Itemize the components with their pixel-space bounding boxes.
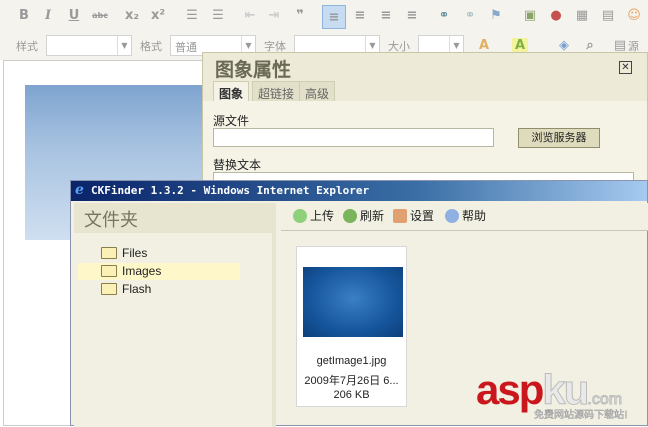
alt-label: 替换文本: [213, 158, 262, 172]
align-right-icon[interactable]: ≡: [378, 8, 394, 24]
style-label: 样式: [16, 40, 38, 53]
close-icon[interactable]: ✕: [619, 61, 632, 74]
file-size: 206 KB: [333, 389, 370, 401]
watermark-tagline: 免费网站源码下载站!: [534, 410, 629, 422]
refresh-label: 刷新: [360, 209, 385, 223]
watermark-logo: aspku.com 免费网站源码下载站!: [476, 366, 648, 426]
thumbnail-image: [303, 267, 403, 337]
folder-label: Files: [122, 246, 148, 260]
help-button[interactable]: 帮助: [445, 208, 486, 224]
format-label: 格式: [140, 40, 162, 53]
strikethrough-icon[interactable]: abc: [92, 8, 108, 24]
image-icon[interactable]: ▣: [522, 8, 538, 24]
blockquote-icon[interactable]: ❞: [292, 8, 308, 24]
help-icon: [445, 209, 459, 223]
help-label: 帮助: [462, 209, 487, 223]
indent-icon[interactable]: ⇥: [266, 8, 282, 24]
files-toolbar: 上传 刷新 设置 帮助: [281, 203, 648, 231]
bold-icon[interactable]: B: [16, 8, 32, 24]
justify-icon[interactable]: ≡: [404, 8, 420, 24]
folder-files[interactable]: Files: [98, 245, 260, 262]
folder-label: Flash: [122, 282, 152, 296]
settings-button[interactable]: 设置: [393, 208, 434, 224]
folder-icon: [101, 283, 117, 295]
src-label: 源文件: [213, 114, 250, 128]
underline-icon[interactable]: U: [66, 8, 82, 24]
file-date: 2009年7月26日 6...: [304, 375, 399, 387]
tab-link[interactable]: 超链接: [252, 81, 301, 102]
smiley-icon[interactable]: ☺: [626, 8, 642, 24]
file-name: getImage1.jpg: [316, 355, 387, 367]
italic-icon[interactable]: I: [40, 8, 56, 24]
outdent-icon[interactable]: ⇤: [242, 8, 258, 24]
folders-header: 文件夹: [74, 203, 272, 233]
editor-toolbar-row1: B I U abc x₂ x² ☰ ☰ ⇤ ⇥ ❞ ≡ ≡ ≡ ≡ ⚭ ⚭ ⚑ …: [0, 0, 648, 32]
wrench-icon: [393, 209, 407, 223]
window-titlebar: e CKFinder 1.3.2 - Windows Internet Explo…: [71, 181, 647, 201]
superscript-icon[interactable]: x²: [150, 8, 166, 24]
table-icon[interactable]: ▦: [574, 8, 590, 24]
src-input[interactable]: [213, 128, 494, 147]
window-title: CKFinder 1.3.2 - Windows Internet Explor…: [91, 184, 370, 197]
anchor-icon[interactable]: ⚑: [488, 8, 504, 24]
folder-images[interactable]: Images: [78, 263, 240, 280]
image-properties-dialog: 图象属性 ✕ 图象 超链接 高级 源文件 浏览服务器 替换文本: [202, 52, 648, 193]
ie-logo-icon: e: [75, 182, 84, 198]
horizontal-rule-icon[interactable]: ▤: [600, 8, 616, 24]
upload-label: 上传: [310, 209, 335, 223]
style-combo[interactable]: ▼: [46, 35, 132, 56]
refresh-button[interactable]: 刷新: [343, 208, 384, 224]
align-left-icon[interactable]: ≡: [322, 5, 346, 29]
link-icon[interactable]: ⚭: [436, 8, 452, 24]
refresh-icon: [343, 209, 357, 223]
unlink-icon[interactable]: ⚭: [462, 8, 478, 24]
chevron-down-icon: ▼: [117, 36, 131, 55]
numbered-list-icon[interactable]: ☰: [184, 8, 200, 24]
bulleted-list-icon[interactable]: ☰: [210, 8, 226, 24]
tab-image[interactable]: 图象: [213, 81, 250, 102]
folder-flash[interactable]: Flash: [98, 281, 260, 298]
subscript-icon[interactable]: x₂: [124, 8, 140, 24]
format-value: 普通: [175, 41, 197, 54]
folder-icon: [101, 247, 117, 259]
dialog-title: 图象属性: [215, 59, 292, 81]
settings-label: 设置: [410, 209, 435, 223]
tab-advanced[interactable]: 高级: [299, 81, 336, 102]
align-center-icon[interactable]: ≡: [352, 8, 368, 24]
upload-icon: [293, 209, 307, 223]
upload-button[interactable]: 上传: [293, 208, 334, 224]
folders-pane: 文件夹 Files Images Flash: [74, 203, 276, 427]
flash-icon[interactable]: ●: [548, 8, 564, 24]
folder-label: Images: [122, 264, 162, 278]
folder-open-icon: [101, 265, 117, 277]
file-thumbnail[interactable]: getImage1.jpg 2009年7月26日 6... 206 KB: [296, 246, 407, 407]
browse-server-button[interactable]: 浏览服务器: [518, 128, 600, 148]
